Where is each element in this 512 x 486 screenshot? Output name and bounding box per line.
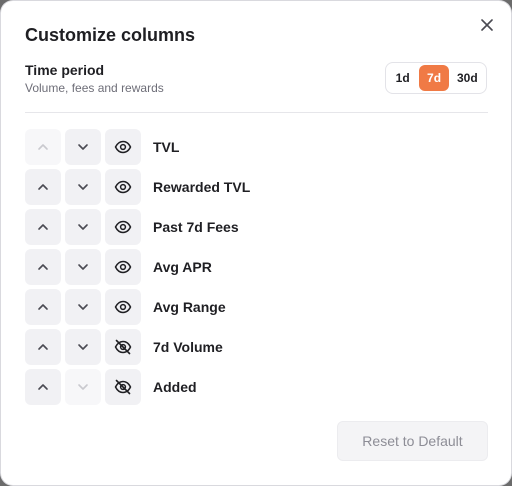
move-down-button[interactable] (65, 249, 101, 285)
column-row: Avg Range (25, 289, 250, 325)
eye-icon (114, 140, 132, 154)
column-row: Added (25, 369, 250, 405)
column-row: Rewarded TVL (25, 169, 250, 205)
chevron-down-icon (78, 184, 88, 190)
visibility-toggle-button[interactable] (105, 129, 141, 165)
eye-off-icon (114, 379, 132, 395)
move-down-button[interactable] (65, 209, 101, 245)
column-label: Added (153, 379, 197, 395)
period-option-7d[interactable]: 7d (419, 65, 449, 91)
column-label: 7d Volume (153, 339, 223, 355)
chevron-down-icon (78, 224, 88, 230)
chevron-down-icon (78, 144, 88, 150)
move-up-button[interactable] (25, 329, 61, 365)
chevron-down-icon (78, 384, 88, 390)
eye-icon (114, 300, 132, 314)
column-list: TVL Rewarded TVL Past 7d Fees Avg APR Avg Ra… (25, 129, 250, 409)
reset-to-default-button[interactable]: Reset to Default (337, 421, 488, 461)
eye-off-icon (114, 339, 132, 355)
column-label: TVL (153, 139, 180, 155)
customize-columns-modal: Customize columns Time period Volume, fe… (1, 1, 511, 485)
chevron-down-icon (78, 264, 88, 270)
chevron-up-icon (38, 304, 48, 310)
divider (25, 112, 488, 113)
column-row: TVL (25, 129, 250, 165)
chevron-up-icon (38, 264, 48, 270)
move-down-button[interactable] (65, 329, 101, 365)
move-down-button[interactable] (65, 369, 101, 405)
visibility-toggle-button[interactable] (105, 329, 141, 365)
visibility-toggle-button[interactable] (105, 169, 141, 205)
chevron-down-icon (78, 304, 88, 310)
time-period-title: Time period (25, 62, 105, 78)
period-option-30d[interactable]: 30d (452, 65, 483, 91)
time-period-subtitle: Volume, fees and rewards (25, 81, 164, 95)
chevron-down-icon (78, 344, 88, 350)
move-down-button[interactable] (65, 129, 101, 165)
visibility-toggle-button[interactable] (105, 209, 141, 245)
chevron-up-icon (38, 144, 48, 150)
eye-icon (114, 220, 132, 234)
eye-icon (114, 260, 132, 274)
move-up-button[interactable] (25, 209, 61, 245)
move-up-button[interactable] (25, 369, 61, 405)
move-down-button[interactable] (65, 169, 101, 205)
chevron-up-icon (38, 224, 48, 230)
period-option-1d[interactable]: 1d (389, 65, 416, 91)
visibility-toggle-button[interactable] (105, 369, 141, 405)
chevron-up-icon (38, 344, 48, 350)
move-up-button[interactable] (25, 169, 61, 205)
chevron-up-icon (38, 184, 48, 190)
column-row: Past 7d Fees (25, 209, 250, 245)
chevron-up-icon (38, 384, 48, 390)
move-up-button[interactable] (25, 289, 61, 325)
column-label: Rewarded TVL (153, 179, 251, 195)
column-label: Avg Range (153, 299, 226, 315)
move-up-button[interactable] (25, 249, 61, 285)
close-icon (481, 19, 493, 31)
close-button[interactable] (477, 15, 497, 35)
column-row: Avg APR (25, 249, 250, 285)
visibility-toggle-button[interactable] (105, 249, 141, 285)
column-row: 7d Volume (25, 329, 250, 365)
column-label: Past 7d Fees (153, 219, 239, 235)
move-up-button[interactable] (25, 129, 61, 165)
move-down-button[interactable] (65, 289, 101, 325)
time-period-selector: 1d 7d 30d (385, 62, 487, 94)
modal-title: Customize columns (25, 25, 196, 45)
column-label: Avg APR (153, 259, 212, 275)
visibility-toggle-button[interactable] (105, 289, 141, 325)
eye-icon (114, 180, 132, 194)
